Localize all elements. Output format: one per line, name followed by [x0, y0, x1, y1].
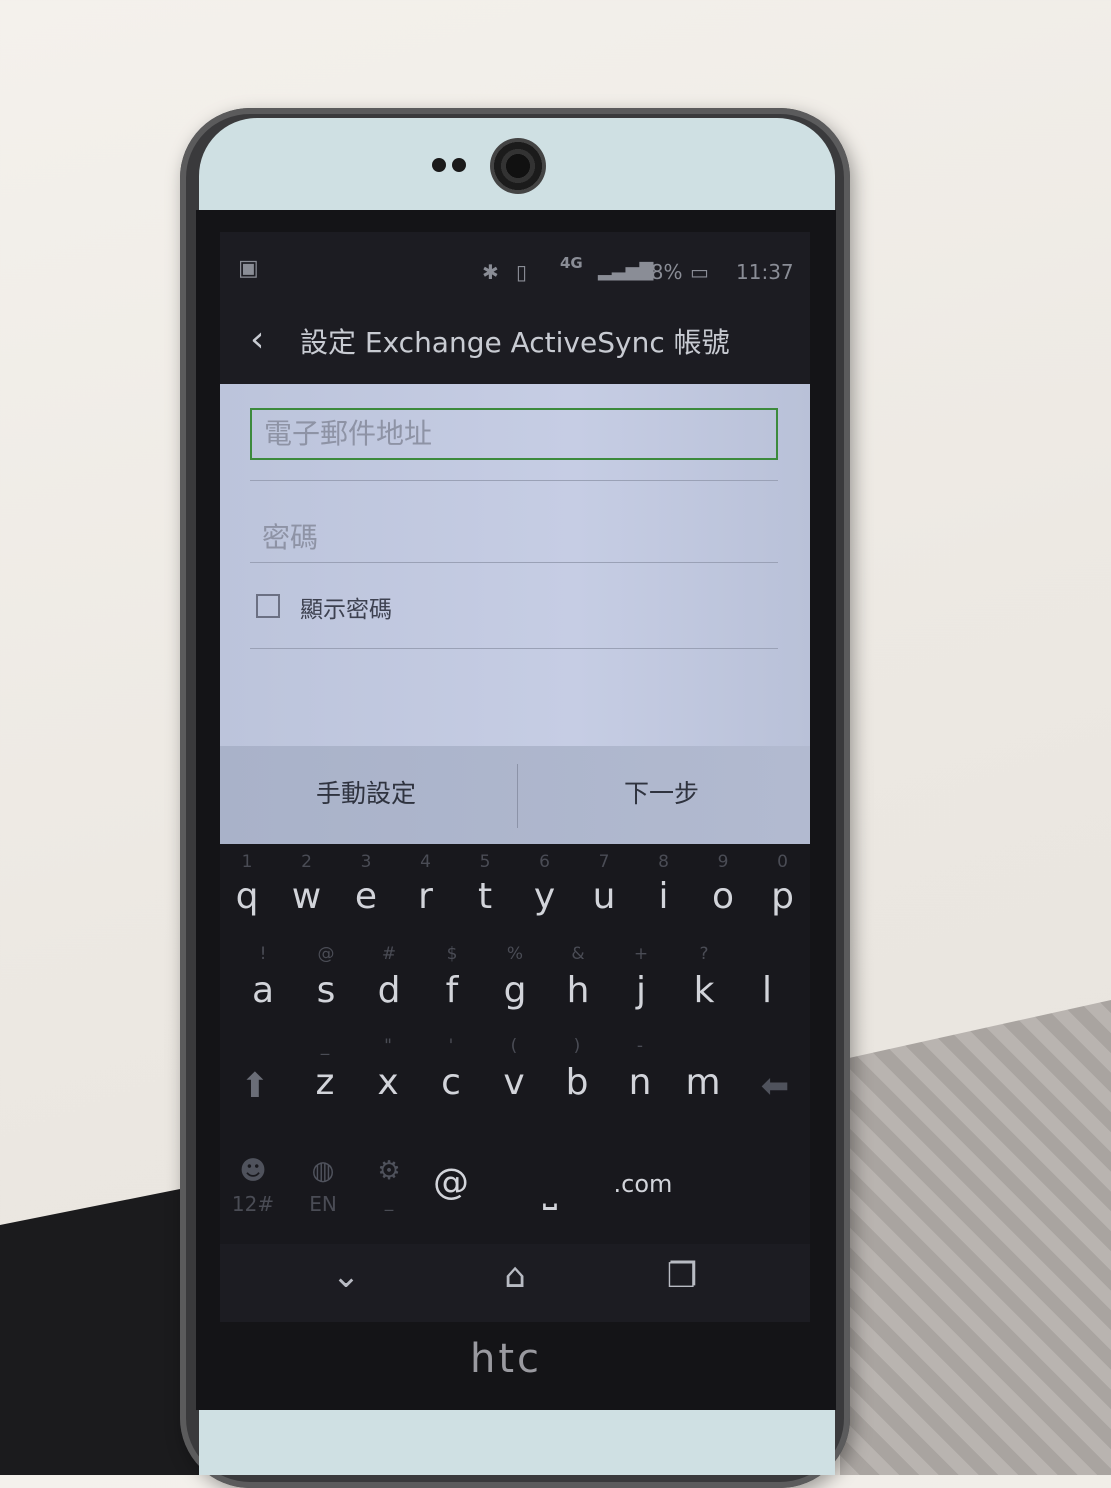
key-m[interactable]: m — [678, 1062, 728, 1103]
background-surface-left — [0, 1185, 200, 1475]
key-hint: 0 — [777, 852, 788, 872]
key-at[interactable]: @ — [426, 1162, 476, 1203]
key-hint: @ — [317, 944, 335, 964]
key-hint: _ — [320, 1036, 330, 1056]
key-o[interactable]: o — [698, 876, 748, 917]
key-hint: $ — [446, 944, 458, 964]
chevron-down-icon[interactable]: ⌄ — [316, 1256, 376, 1296]
key-t[interactable]: t — [460, 876, 510, 917]
app-bar: ‹ 設定 Exchange ActiveSync 帳號 — [220, 307, 810, 377]
key-v[interactable]: v — [489, 1062, 539, 1103]
network-type: 4G — [560, 254, 583, 272]
back-arrow-icon[interactable]: ‹ — [250, 319, 264, 360]
key-hint: ( — [510, 1036, 518, 1056]
key-y[interactable]: y — [520, 876, 570, 917]
key-a[interactable]: a — [238, 970, 288, 1011]
key-w[interactable]: w — [282, 876, 332, 917]
bluetooth-icon: ✱ — [482, 260, 499, 284]
screenshot-notification-icon: ▣ — [238, 256, 259, 281]
key-hint: 1 — [241, 852, 253, 872]
key-c[interactable]: c — [426, 1062, 476, 1103]
key-f[interactable]: f — [427, 970, 477, 1011]
key-hint: - — [636, 1036, 644, 1056]
htc-logo: htc — [470, 1336, 543, 1382]
key-hint: " — [384, 1036, 392, 1056]
key-r[interactable]: r — [401, 876, 451, 917]
key-hint: 3 — [360, 852, 372, 872]
key-hint: + — [633, 944, 649, 964]
key-hint: 5 — [479, 852, 491, 872]
key-hint: # — [381, 944, 397, 964]
password-field[interactable]: 密碼 — [262, 516, 318, 556]
key-hint: & — [571, 944, 585, 964]
key-s[interactable]: s — [301, 970, 351, 1011]
backspace-icon[interactable]: ⬅ — [750, 1066, 800, 1106]
key-hint: ? — [699, 944, 709, 964]
key-hint: 7 — [598, 852, 610, 872]
status-bar: ▣ ✱ ▯ 4G ▂▃▅▇ 78% ▭ 11:37 — [220, 252, 810, 292]
home-icon[interactable]: ⌂ — [485, 1256, 545, 1296]
divider — [250, 480, 778, 481]
key-hint: 8 — [658, 852, 669, 872]
key-hint: 2 — [301, 852, 312, 872]
phone-screen: ▣ ✱ ▯ 4G ▂▃▅▇ 78% ▭ 11:37 ‹ 設定 Exchange … — [220, 232, 810, 1322]
key-n[interactable]: n — [615, 1062, 665, 1103]
next-button[interactable]: 下一步 — [624, 774, 699, 810]
shift-arrow-icon[interactable]: ⬆ — [230, 1066, 280, 1106]
key-b[interactable]: b — [552, 1062, 602, 1103]
divider — [250, 648, 778, 649]
settings-hint: _ — [384, 1192, 394, 1212]
key-dotcom[interactable]: .com — [608, 1170, 678, 1198]
clock: 11:37 — [736, 260, 794, 284]
key-z[interactable]: z — [300, 1062, 350, 1103]
sensor-dot — [432, 158, 446, 172]
globe-icon[interactable]: ◍ — [298, 1156, 348, 1186]
show-password-checkbox[interactable] — [256, 594, 280, 618]
key-hint: ! — [259, 944, 267, 964]
background-surface-right — [840, 1000, 1111, 1475]
recents-icon[interactable]: ❐ — [652, 1256, 712, 1296]
front-camera — [490, 138, 546, 194]
password-underline — [250, 562, 778, 563]
manual-setup-button[interactable]: 手動設定 — [316, 774, 416, 810]
soft-keyboard: 1 q 2 w 3 e 4 r 5 t 6 y 7 u 8 i 9 o 0 p ! a @ s # d $ f% g & h + j? k l _… — [220, 844, 810, 1244]
account-form: 電子郵件地址 密碼 顯示密碼 — [220, 384, 810, 746]
button-bar: 手動設定 下一步 — [220, 746, 810, 844]
space-bar-icon[interactable]: ⎵ — [522, 1170, 578, 1212]
key-q[interactable]: q — [222, 876, 272, 917]
navigation-bar: ⌄ ⌂ ❐ — [220, 1242, 810, 1322]
key-j[interactable]: j — [616, 970, 666, 1011]
key-hint: ) — [573, 1036, 581, 1056]
key-x[interactable]: x — [363, 1062, 413, 1103]
emoji-hint: 12# — [231, 1192, 275, 1216]
key-e[interactable]: e — [341, 876, 391, 917]
battery-percent: 78% — [638, 260, 683, 284]
key-p[interactable]: p — [758, 876, 808, 917]
key-i[interactable]: i — [639, 876, 689, 917]
key-hint: % — [506, 944, 524, 964]
key-hint: 6 — [539, 852, 550, 872]
key-l[interactable]: l — [742, 970, 792, 1011]
gear-icon[interactable]: ⚙ — [364, 1156, 414, 1186]
emoji-icon[interactable]: ☻ — [228, 1156, 278, 1186]
key-hint: ' — [448, 1036, 454, 1056]
key-u[interactable]: u — [579, 876, 629, 917]
button-divider — [517, 764, 518, 828]
key-hint: 4 — [420, 852, 431, 872]
phone-bottom-panel — [199, 1400, 835, 1475]
key-hint: 9 — [717, 852, 729, 872]
page-title: 設定 Exchange ActiveSync 帳號 — [300, 326, 730, 359]
sensor-dot — [452, 158, 466, 172]
email-field[interactable]: 電子郵件地址 — [250, 408, 778, 460]
key-k[interactable]: k — [679, 970, 729, 1011]
show-password-label: 顯示密碼 — [300, 597, 392, 623]
battery-icon: ▭ — [690, 260, 709, 284]
key-g[interactable]: g — [490, 970, 540, 1011]
vibrate-icon: ▯ — [516, 260, 528, 284]
key-d[interactable]: d — [364, 970, 414, 1011]
language-hint: EN — [309, 1192, 337, 1216]
key-h[interactable]: h — [553, 970, 603, 1011]
